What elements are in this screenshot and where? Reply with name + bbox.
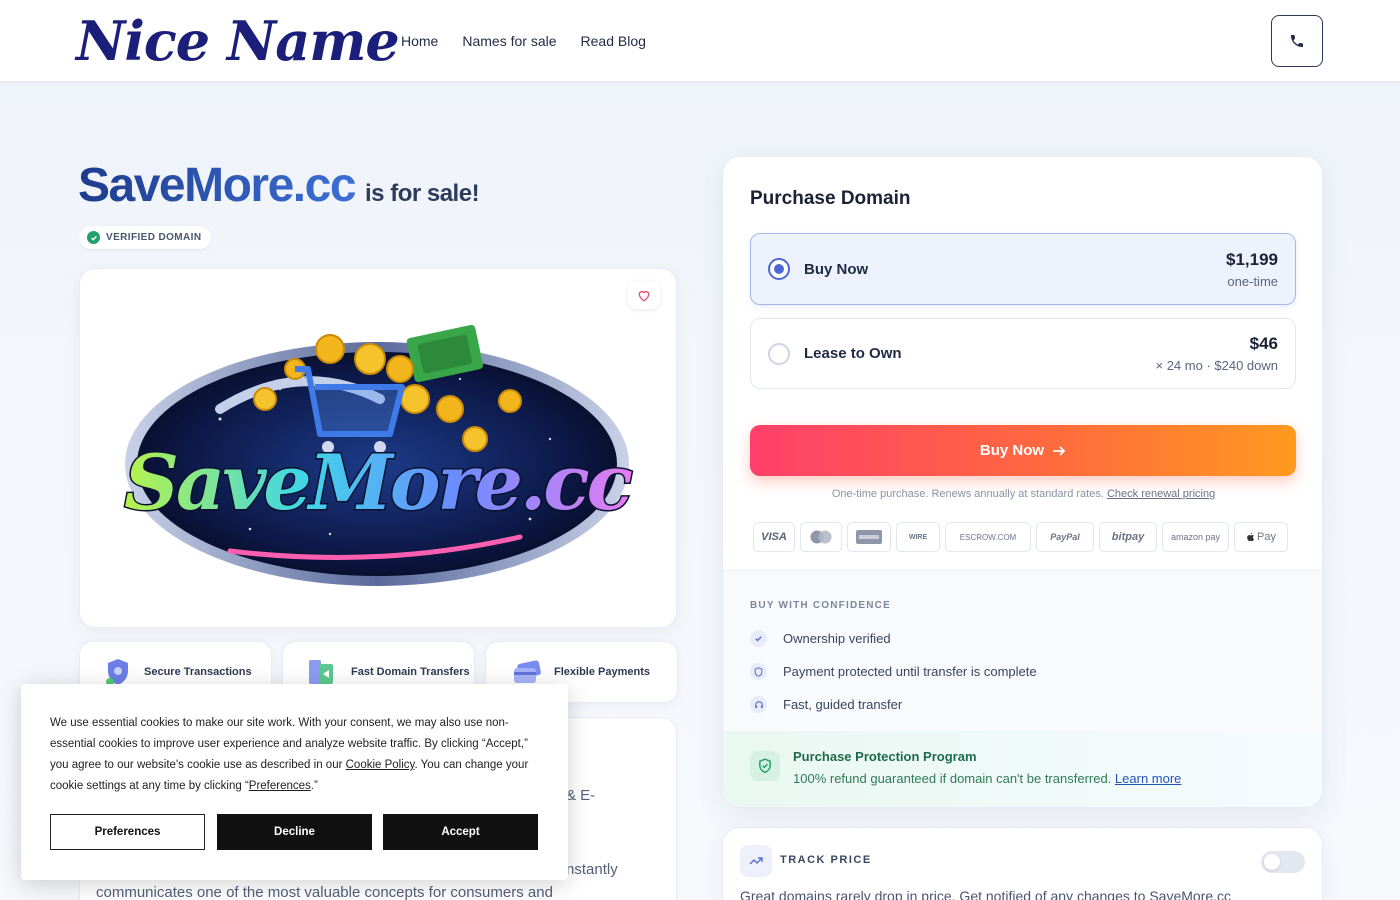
paypal-icon: PayPal — [1036, 522, 1094, 552]
track-price-text: Great domains rarely drop in price. Get … — [740, 888, 1232, 900]
protection-text-row: 100% refund guaranteed if domain can't b… — [793, 771, 1181, 786]
listing-title: SaveMore.cc is for sale! — [78, 158, 480, 213]
phone-button[interactable] — [1271, 15, 1323, 67]
domain-logo-image: SaveMore.cc — [123, 324, 637, 586]
apple-pay-label: Pay — [1257, 531, 1276, 543]
main-nav: Home Names for sale Read Blog — [401, 31, 646, 51]
confidence-item-label: Fast, guided transfer — [783, 697, 903, 712]
cookie-preferences-button[interactable]: Preferences — [50, 814, 205, 850]
confidence-title: BUY WITH CONFIDENCE — [750, 600, 891, 611]
trending-up-icon — [740, 845, 772, 877]
description-fragment: nstantly — [566, 861, 618, 878]
confidence-item: Fast, guided transfer — [750, 696, 902, 713]
description-fragment: & E- — [566, 787, 596, 804]
payment-methods: VISA WIRE ESCROW.COM PayPal bitpay amazo… — [753, 522, 1288, 552]
purchase-protection: Purchase Protection Program 100% refund … — [723, 731, 1322, 807]
visa-icon: VISA — [753, 522, 795, 552]
bitpay-icon: bitpay — [1099, 522, 1157, 552]
option-price-block: $46 × 24 mo · $240 down — [1156, 334, 1279, 373]
nav-home-link[interactable]: Home — [401, 31, 438, 51]
verified-label: VERIFIED DOMAIN — [106, 232, 202, 243]
feature-transfers-label: Fast Domain Transfers — [351, 666, 470, 678]
domain-logo-card: SaveMore.cc — [79, 268, 677, 628]
domain-name: SaveMore.cc — [78, 159, 357, 212]
radio-unselected[interactable] — [768, 342, 790, 365]
wire-transfer-icon: WIRE — [896, 522, 940, 552]
cookie-text-part: .” — [310, 780, 318, 792]
protection-title: Purchase Protection Program — [793, 749, 977, 764]
protection-text: 100% refund guaranteed if domain can't b… — [793, 771, 1112, 786]
buy-now-label: Buy Now — [979, 442, 1045, 459]
feature-payments-label: Flexible Payments — [554, 666, 650, 678]
arrow-right-icon — [1053, 445, 1066, 456]
cookie-decline-button[interactable]: Decline — [217, 814, 372, 850]
verified-badge: VERIFIED DOMAIN — [79, 226, 212, 249]
confidence-section: BUY WITH CONFIDENCE Ownership verified P… — [723, 570, 1322, 807]
cookie-policy-link[interactable]: Cookie Policy — [346, 759, 415, 771]
cookie-accept-button[interactable]: Accept — [383, 814, 538, 850]
confidence-item: Ownership verified — [750, 630, 891, 647]
mastercard-icon — [800, 522, 842, 552]
site-header: Nice Name Home Names for sale Read Blog — [0, 0, 1400, 82]
shield-check-icon — [750, 663, 767, 680]
site-logo[interactable]: Nice Name — [76, 8, 400, 74]
learn-more-link[interactable]: Learn more — [1115, 771, 1181, 786]
purchase-card: Purchase Domain Buy Now $1,199 one-time … — [722, 156, 1323, 808]
option-price: $1,199 — [1226, 249, 1278, 269]
nav-read-blog-link[interactable]: Read Blog — [581, 31, 646, 51]
feature-secure-label: Secure Transactions — [144, 666, 252, 678]
badge-check-icon — [750, 630, 767, 647]
buy-now-button[interactable]: Buy Now — [750, 425, 1296, 476]
shield-check-icon — [750, 751, 780, 781]
track-price-title: TRACK PRICE — [780, 854, 872, 866]
preferences-link[interactable]: Preferences — [249, 780, 311, 792]
option-price-sub: one-time — [1227, 273, 1278, 289]
confidence-item: Payment protected until transfer is comp… — [750, 663, 1037, 680]
radio-selected[interactable] — [768, 258, 790, 280]
option-price-sub: × 24 mo · $240 down — [1155, 358, 1279, 373]
cookie-text: We use essential cookies to make our sit… — [50, 713, 540, 797]
favorite-button[interactable] — [628, 281, 660, 309]
headset-icon — [750, 696, 767, 713]
option-price: $46 — [1249, 334, 1278, 353]
amazon-pay-icon: amazon pay — [1162, 522, 1229, 552]
apple-pay-icon: Pay — [1234, 522, 1288, 552]
track-price-card: TRACK PRICE Great domains rarely drop in… — [722, 827, 1323, 900]
heart-icon — [638, 290, 650, 302]
logo-wordmark: SaveMore.cc — [124, 438, 633, 527]
renewal-note: One-time purchase. Renews annually at st… — [723, 488, 1322, 500]
confidence-item-label: Payment protected until transfer is comp… — [783, 664, 1037, 679]
option-lease-to-own[interactable]: Lease to Own $46 × 24 mo · $240 down — [750, 318, 1296, 389]
escrow-icon: ESCROW.COM — [945, 522, 1031, 552]
renewal-pricing-link[interactable]: Check renewal pricing — [1107, 488, 1215, 500]
purchase-title: Purchase Domain — [750, 188, 911, 209]
amex-icon — [847, 522, 891, 552]
nav-names-for-sale-link[interactable]: Names for sale — [462, 31, 556, 51]
option-label: Buy Now — [804, 260, 869, 278]
for-sale-text: is for sale! — [365, 180, 480, 207]
option-price-block: $1,199 one-time — [1226, 250, 1278, 289]
cookie-banner: We use essential cookies to make our sit… — [21, 684, 568, 880]
phone-icon — [1291, 35, 1303, 47]
renewal-note-text: One-time purchase. Renews annually at st… — [831, 488, 1104, 500]
check-circle-icon — [87, 231, 100, 244]
option-buy-now[interactable]: Buy Now $1,199 one-time — [750, 233, 1296, 305]
confidence-item-label: Ownership verified — [783, 631, 891, 646]
option-label: Lease to Own — [804, 345, 902, 362]
track-price-toggle[interactable] — [1261, 851, 1305, 873]
description-fragment: communicates one of the most valuable co… — [96, 884, 553, 900]
